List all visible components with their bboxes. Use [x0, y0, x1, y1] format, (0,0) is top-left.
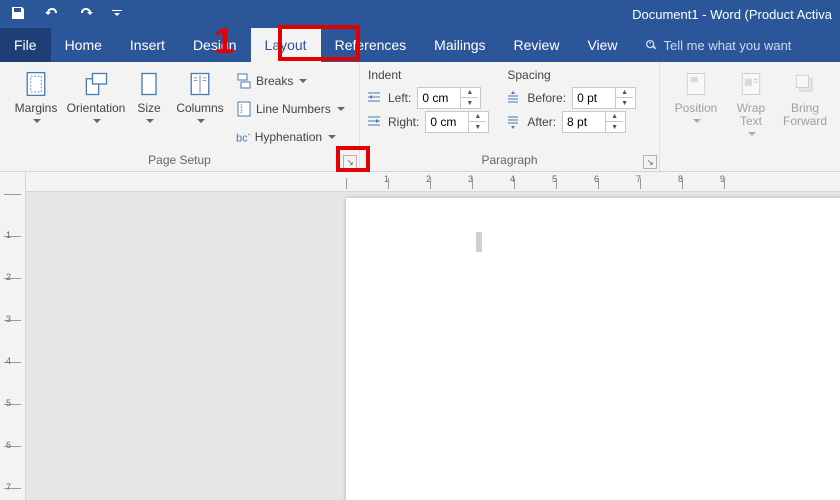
tab-references[interactable]: References	[321, 28, 421, 62]
tab-mailings[interactable]: Mailings	[420, 28, 499, 62]
group-arrange: Position Wrap Text Bring Forward	[660, 62, 840, 171]
undo-icon[interactable]	[44, 5, 60, 24]
indent-right-label: Right:	[388, 115, 419, 129]
spacing-heading: Spacing	[505, 68, 636, 86]
paragraph-dialog-launcher[interactable]: ↘	[643, 155, 657, 169]
breaks-button[interactable]: Breaks	[232, 70, 349, 92]
position-button: Position	[666, 66, 726, 127]
spacing-after-icon	[505, 114, 521, 130]
spacing-after-label: After:	[527, 115, 556, 129]
margins-button[interactable]: Margins	[6, 66, 66, 127]
indent-left-input[interactable]: ▲▼	[417, 87, 481, 109]
vertical-ruler[interactable]: 1 2 3 4 5 6 7	[0, 172, 26, 500]
tab-insert[interactable]: Insert	[116, 28, 179, 62]
spacing-after-input[interactable]: ▲▼	[562, 111, 626, 133]
bring-forward-button: Bring Forward	[776, 66, 834, 132]
quick-access-toolbar	[0, 5, 132, 24]
spacing-before-input[interactable]: ▲▼	[572, 87, 636, 109]
ribbon: Margins Orientation Size Columns Breaks	[0, 62, 840, 172]
size-button[interactable]: Size	[126, 66, 172, 127]
columns-button[interactable]: Columns	[172, 66, 228, 127]
tell-me-placeholder: Tell me what you want	[664, 38, 792, 53]
wrap-text-button: Wrap Text	[726, 66, 776, 140]
indent-left-icon	[366, 90, 382, 106]
page[interactable]	[346, 198, 840, 500]
workspace: 1 2 3 4 5 6 7 1 2 3 4 5 6 7 8 9	[0, 172, 840, 500]
tab-layout[interactable]: Layout	[251, 28, 321, 62]
tab-view[interactable]: View	[573, 28, 631, 62]
customize-qat-icon[interactable]	[112, 7, 122, 21]
redo-icon[interactable]	[78, 5, 94, 24]
text-cursor	[476, 232, 482, 252]
indent-right-input[interactable]: ▲▼	[425, 111, 489, 133]
tab-design[interactable]: Design	[179, 28, 251, 62]
tab-review[interactable]: Review	[500, 28, 574, 62]
hyphenation-icon: bc-	[236, 129, 251, 145]
tab-home[interactable]: Home	[51, 28, 116, 62]
page-setup-dialog-launcher[interactable]: ↘	[343, 155, 357, 169]
tell-me-search[interactable]: Tell me what you want	[632, 28, 804, 62]
save-icon[interactable]	[10, 5, 26, 24]
indent-left-label: Left:	[388, 91, 411, 105]
window-title: Document1 - Word (Product Activa	[132, 7, 840, 22]
indent-right-icon	[366, 114, 382, 130]
group-paragraph: Indent Left: ▲▼ Right: ▲▼ Spacing Before…	[360, 62, 660, 171]
ribbon-tabs: File Home Insert Design Layout Reference…	[0, 28, 840, 62]
horizontal-ruler[interactable]: 1 2 3 4 5 6 7 8 9	[26, 172, 840, 192]
spacing-before-label: Before:	[527, 91, 566, 105]
hyphenation-button[interactable]: bc- Hyphenation	[232, 126, 349, 148]
group-page-setup: Margins Orientation Size Columns Breaks	[0, 62, 360, 171]
group-label-paragraph: Paragraph	[366, 151, 653, 171]
svg-text:2: 2	[240, 109, 243, 115]
orientation-button[interactable]: Orientation	[66, 66, 126, 127]
group-label-page-setup: Page Setup	[6, 151, 353, 171]
spacing-before-icon	[505, 90, 521, 106]
line-numbers-button[interactable]: 12 Line Numbers	[232, 98, 349, 120]
tab-file[interactable]: File	[0, 28, 51, 62]
indent-heading: Indent	[366, 68, 489, 86]
title-bar: Document1 - Word (Product Activa	[0, 0, 840, 28]
document-area[interactable]	[26, 192, 840, 500]
